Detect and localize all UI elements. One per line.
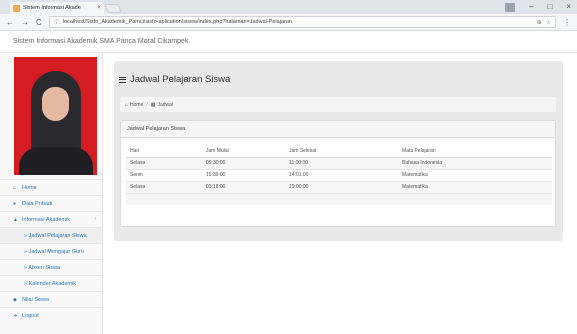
tab-title: Sistem Informasi Akade bbox=[23, 5, 81, 11]
sidebar-item-jadwal-pelajaran[interactable]: » Jadwal Pelajaran Siswa bbox=[0, 227, 102, 243]
back-icon[interactable]: ← bbox=[6, 18, 14, 27]
user-profile-icon[interactable] bbox=[505, 2, 516, 12]
column-header: Mata Pelajaran bbox=[398, 145, 552, 158]
sidebar-item-data-pribadi[interactable]: ● Data Pribadi bbox=[0, 195, 102, 211]
calendar-icon: ▦ bbox=[150, 101, 156, 108]
chevron-down-icon: ‹ bbox=[94, 216, 96, 222]
forward-icon[interactable]: → bbox=[21, 18, 29, 27]
sidebar-item-logout[interactable]: ➜ Logout bbox=[0, 307, 102, 323]
photo-face bbox=[42, 87, 69, 121]
table-cell: Selasa bbox=[126, 156, 202, 169]
reload-icon[interactable]: C bbox=[36, 18, 42, 27]
breadcrumb: ⌂ Home / ▦ Jadwal bbox=[120, 97, 556, 112]
table-cell: Bahasa Indonesia bbox=[398, 156, 552, 169]
window-controls: – □ × bbox=[505, 1, 571, 13]
menu-dots-icon[interactable]: ⋮ bbox=[563, 18, 571, 27]
schedule-table: Hari Jam Mulai Jam Selesai Mata Pelajara… bbox=[126, 145, 552, 205]
table-cell: 11:00:00 bbox=[285, 156, 398, 169]
app-title: Sistem Informasi Akademik SMA Panca Mora… bbox=[13, 38, 189, 45]
sidebar-item-label: » Jadwal Pelajaran Siswa bbox=[24, 232, 87, 239]
bars-icon bbox=[119, 76, 126, 83]
browser-tab[interactable]: Sistem Informasi Akade × bbox=[10, 2, 104, 14]
minimize-icon[interactable]: – bbox=[529, 2, 533, 12]
sidebar-item-nilai-siswa[interactable]: ◆ Nilai Siswa bbox=[0, 291, 102, 307]
zoom-icon[interactable]: ⊕ bbox=[537, 19, 542, 26]
breadcrumb-current: Jadwal bbox=[157, 101, 174, 108]
sidebar-item-label: » Jadwal Mengajar Guru bbox=[24, 248, 84, 255]
table-cell: Matematika bbox=[398, 168, 552, 181]
info-icon: ▲ bbox=[13, 216, 18, 223]
favicon-icon bbox=[13, 4, 20, 12]
user-icon: ● bbox=[13, 200, 17, 207]
table-cell: Selasa bbox=[126, 180, 202, 193]
table-cell: 15:39:00 bbox=[202, 168, 285, 181]
sidebar-item-label: Nilai Siswa bbox=[22, 296, 49, 303]
sidebar-item-kalender-akademik[interactable]: » Kalender Akademik bbox=[0, 275, 102, 291]
grade-icon: ◆ bbox=[13, 296, 17, 303]
table-row: Senin 15:39:00 14:01:00 Matematika bbox=[126, 168, 552, 181]
sidebar-item-jadwal-mengajar[interactable]: » Jadwal Mengajar Guru bbox=[0, 243, 102, 259]
photo-shoulders bbox=[19, 147, 93, 175]
logout-icon: ➜ bbox=[13, 312, 18, 319]
browser-tab-bar: Sistem Informasi Akade × – □ × bbox=[0, 0, 577, 14]
sidebar-item-label: Home bbox=[22, 184, 37, 191]
close-tab-icon[interactable]: × bbox=[97, 5, 101, 11]
url-field[interactable]: ⓘ localhost/Sisfo_Akademik_Pamci/sisfo-a… bbox=[48, 16, 556, 28]
table-cell: Senin bbox=[126, 168, 202, 181]
home-icon: ⌂ bbox=[13, 184, 17, 191]
table-row: Selasa 09:30:00 11:00:00 Bahasa Indonesi… bbox=[126, 156, 552, 169]
box-title: Jadwal Pelajaran Siswa bbox=[121, 121, 555, 138]
table-cell: Matematika bbox=[398, 180, 552, 193]
table-cell: 09:30:00 bbox=[202, 156, 285, 169]
sidebar-item-absen-siswa[interactable]: » Absen Siswa bbox=[0, 259, 102, 275]
sidebar-nav: ⌂ Home ● Data Pribadi ▲ Informasi Akadem… bbox=[0, 179, 102, 323]
new-tab-button[interactable] bbox=[104, 4, 122, 13]
page-title: Jadwal Pelajaran Siswa bbox=[130, 74, 231, 85]
table-row: Selasa 03:18:00 19:00:00 Matematika bbox=[126, 180, 552, 193]
table-empty-row bbox=[126, 192, 552, 205]
schedule-box: Jadwal Pelajaran Siswa Hari Jam Mulai Ja… bbox=[120, 120, 556, 227]
column-header: Jam Mulai bbox=[202, 145, 285, 158]
page-heading: Jadwal Pelajaran Siswa bbox=[119, 74, 230, 85]
close-window-icon[interactable]: × bbox=[566, 2, 571, 12]
column-header: Hari bbox=[126, 145, 202, 158]
breadcrumb-home[interactable]: Home bbox=[130, 102, 143, 108]
sidebar-item-home[interactable]: ⌂ Home bbox=[0, 179, 102, 195]
bookmark-star-icon[interactable]: ☆ bbox=[546, 19, 551, 26]
column-header: Jam Selesai bbox=[285, 145, 398, 158]
table-cell bbox=[126, 192, 552, 205]
sidebar-item-label: Data Pribadi bbox=[22, 200, 53, 207]
sidebar-item-informasi-akademik[interactable]: ▲ Informasi Akademik ‹ bbox=[0, 211, 102, 227]
breadcrumb-separator: / bbox=[146, 101, 148, 108]
home-icon: ⌂ bbox=[125, 101, 129, 108]
table-header-row: Hari Jam Mulai Jam Selesai Mata Pelajara… bbox=[126, 145, 552, 158]
table-cell: 14:01:00 bbox=[285, 168, 398, 181]
table-cell: 03:18:00 bbox=[202, 180, 285, 193]
sidebar-item-label: » Absen Siswa bbox=[24, 264, 61, 271]
student-photo bbox=[14, 57, 97, 175]
address-bar: ← → C ⓘ localhost/Sisfo_Akademik_Pamci/s… bbox=[0, 14, 577, 31]
maximize-icon[interactable]: □ bbox=[547, 2, 552, 12]
sidebar-item-label: Logout bbox=[22, 312, 39, 319]
sidebar-item-label: » Kalender Akademik bbox=[24, 280, 76, 287]
url-text[interactable]: localhost/Sisfo_Akademik_Pamci/sisfo-apl… bbox=[63, 19, 534, 25]
sidebar-item-label: Informasi Akademik bbox=[22, 216, 70, 223]
table-cell: 19:00:00 bbox=[285, 180, 398, 193]
sidebar: ⌂ Home ● Data Pribadi ▲ Informasi Akadem… bbox=[0, 53, 103, 334]
info-icon[interactable]: ⓘ bbox=[54, 18, 60, 27]
